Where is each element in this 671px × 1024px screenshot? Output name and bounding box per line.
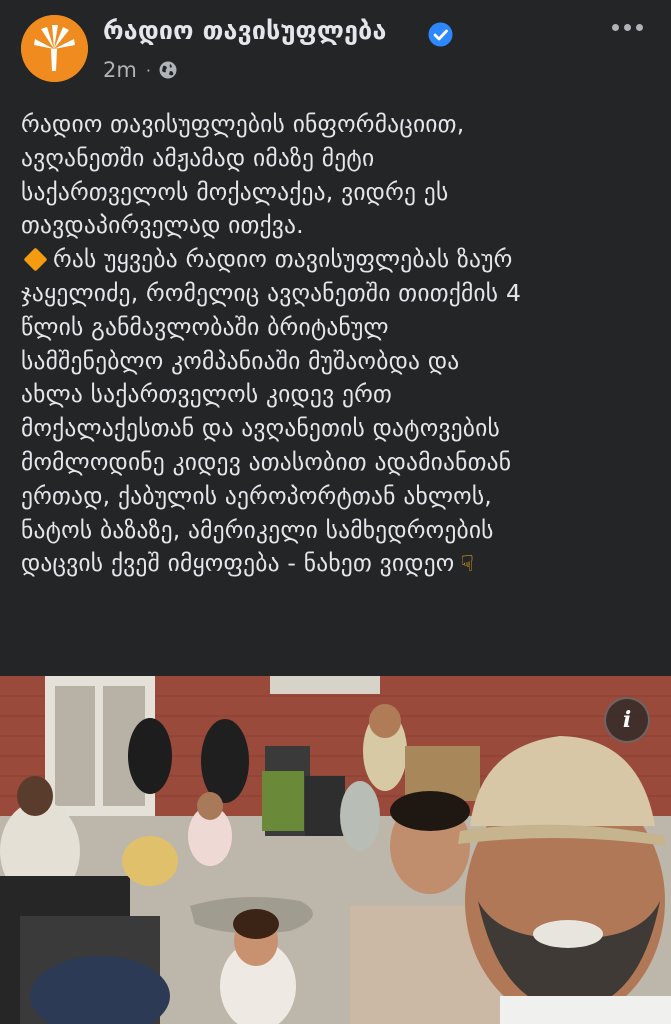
- post-text: რადიო თავისუფლების ინფორმაციით, ავღანეთშ…: [21, 108, 657, 582]
- post-line: ჯაყელიძე, რომელიც ავღანეთში თითქმის 4: [21, 278, 522, 307]
- post-line: ახლა საქართველოს კიდევ ერთ: [21, 380, 393, 409]
- post-line: სამშენებლო კომპანიაში მუშაობდა და: [21, 346, 460, 375]
- video-frame: [0, 676, 671, 1024]
- post-line: თავდაპირველად ითქვა.: [21, 211, 304, 240]
- post-line: საქართველოს მოქალაქეა, ვიდრე ეს: [21, 177, 449, 206]
- more-dot: [623, 23, 631, 31]
- post-line: მომლოდინე კიდევ ათასობით ადამიანთან: [21, 447, 512, 476]
- more-dot: [635, 23, 643, 31]
- more-options-button[interactable]: [604, 12, 650, 42]
- post-line-bullet: რას უყვება რადიო თავისუფლებას ზაურ: [21, 243, 657, 277]
- post-time[interactable]: 2m: [103, 58, 137, 82]
- facebook-post: რადიო თავისუფლება 2m · რადიო თავისუფლები…: [0, 0, 671, 1024]
- post-line: დაცვის ქვეშ იმყოფება - ნახეთ ვიდეო: [21, 549, 455, 578]
- post-line: ნატოს ბაზაზე, ამერიკელი სამხედროების: [21, 515, 494, 544]
- post-line: რას უყვება რადიო თავისუფლებას ზაურ: [53, 245, 513, 274]
- post-line: მოქალაქესთან და ავღანეთის დატოვების: [21, 414, 500, 443]
- page-avatar[interactable]: [21, 15, 88, 82]
- more-dot: [611, 23, 619, 31]
- post-line: ერთად, ქაბულის აეროპორტთან ახლოს,: [21, 481, 492, 510]
- info-icon[interactable]: i: [604, 697, 650, 743]
- post-line: წლის განმავლობაში ბრიტანულ: [21, 312, 389, 341]
- pointing-down-hand-icon: ☟: [460, 552, 475, 578]
- post-line: ავღანეთში ამჟამად იმაზე მეტი: [21, 143, 375, 172]
- globe-icon[interactable]: [158, 60, 178, 80]
- post-line: რადიო თავისუფლების ინფორმაციით,: [21, 110, 465, 138]
- rfe-logo-icon: [21, 15, 88, 82]
- post-video[interactable]: [0, 676, 671, 1024]
- post-meta: 2m ·: [103, 58, 178, 82]
- post-header: რადიო თავისუფლება 2m ·: [0, 0, 671, 100]
- post-line-last: დაცვის ქვეშ იმყოფება - ნახეთ ვიდეო ☟: [21, 547, 657, 582]
- page-name[interactable]: რადიო თავისუფლება: [103, 16, 387, 45]
- meta-separator: ·: [145, 60, 151, 80]
- orange-diamond-icon: [23, 247, 48, 272]
- verified-badge-icon: [428, 22, 453, 47]
